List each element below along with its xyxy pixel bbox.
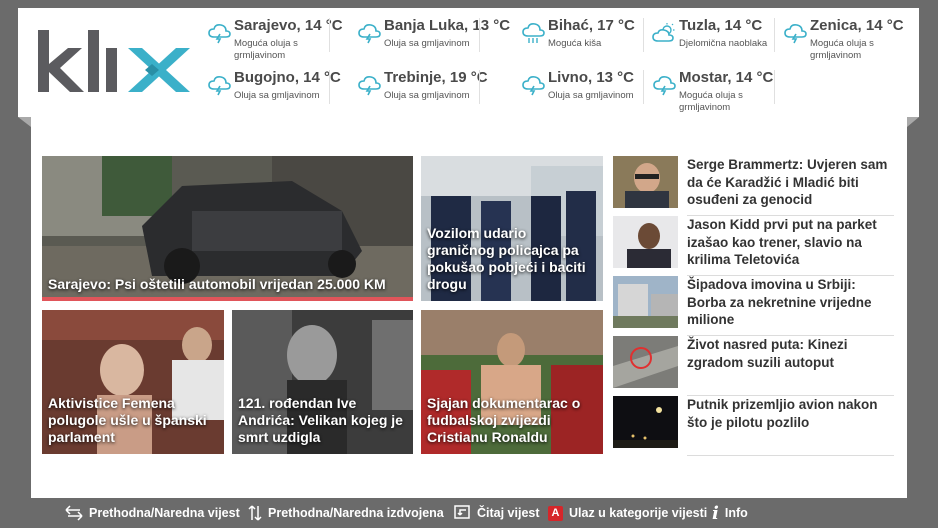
sidebar-news-item[interactable]: Putnik prizemljio avion nakon što je pil… (613, 396, 894, 456)
weather-city: Zenica, 14 °C (810, 17, 904, 34)
red-a-key-icon: A (548, 505, 563, 521)
tile-caption: Aktivistice Femena polugole ušle u špans… (48, 395, 207, 445)
weather-condition: Moguća oluja s grmljavinom (679, 90, 743, 113)
weather-item: Mostar, 14 °C Moguća oluja s grmljavinom (647, 64, 775, 113)
header: Sarajevo, 14 °C Moguća oluja s grmljavino… (18, 8, 919, 117)
weather-city: Mostar, 14 °C (679, 69, 774, 86)
info-icon: i (712, 502, 719, 524)
storm-cloud-icon (522, 76, 545, 96)
storm-cloud-icon (208, 76, 231, 96)
info-label: Info (724, 506, 748, 520)
divider (329, 18, 330, 52)
sidebar-title: Serge Brammertz: Uvjeren sam da će Karad… (687, 157, 888, 207)
divider (643, 18, 644, 52)
sidebar-title: Život nasred puta: Kinezi zgradom suzili… (687, 337, 848, 370)
sidebar-news-item[interactable]: Život nasred puta: Kinezi zgradom suzili… (613, 336, 894, 396)
left-right-arrows-icon (65, 505, 83, 521)
weather-city: Banja Luka, 13 °C (384, 17, 511, 34)
up-down-arrows-icon (248, 505, 262, 521)
weather-city: Sarajevo, 14 °C (234, 17, 343, 34)
sidebar-title: Jason Kidd prvi put na parket izašao kao… (687, 217, 877, 267)
info-hint[interactable]: i Info (712, 502, 748, 524)
weather-item: Zenica, 14 °C Moguća oluja s grmljavinom (778, 12, 906, 61)
weather-item: Banja Luka, 13 °C Oluja sa gmljavinom (352, 12, 510, 60)
news-tile[interactable]: 121. rođendan Ive Andrića: Velikan kojeg… (232, 310, 413, 454)
partly-cloudy-icon (652, 23, 675, 42)
brammertz-thumb (613, 156, 678, 208)
weather-city: Tuzla, 14 °C (679, 17, 763, 34)
tile-caption: Vozilom udario graničnog policajca pa po… (427, 225, 586, 292)
sidebar-news-item[interactable]: Serge Brammertz: Uvjeren sam da će Karad… (613, 156, 894, 216)
klix-logo (38, 30, 190, 92)
storm-cloud-icon (784, 24, 807, 44)
selection-bar (42, 297, 413, 301)
enter-category-hint[interactable]: A Ulaz u kategorije vijesti (548, 504, 707, 522)
divider (479, 70, 480, 104)
tile-caption: Sjajan dokumentarac o fudbalskoj zvijezd… (427, 395, 581, 445)
storm-cloud-icon (358, 24, 381, 44)
weather-city: Livno, 13 °C (548, 69, 635, 86)
rain-cloud-icon (522, 23, 545, 43)
prev-next-news-hint[interactable]: Prethodna/Naredna vijest (64, 504, 240, 522)
enter-category-label: Ulaz u kategorije vijesti (569, 506, 708, 520)
weather-condition: Djelomična naoblaka (679, 38, 768, 49)
news-tile[interactable]: Vozilom udario graničnog policajca pa po… (421, 156, 603, 301)
divider (774, 18, 775, 52)
tile-caption: 121. rođendan Ive Andrića: Velikan kojeg… (238, 395, 403, 445)
plane-night-thumb (613, 396, 678, 448)
sidebar-title: Šipadova imovina u Srbiji: Borba za nekr… (687, 277, 872, 327)
kidd-thumb (613, 216, 678, 268)
weather-condition: Oluja sa gmljavinom (384, 90, 470, 101)
weather-item: Tuzla, 14 °C Djelomična naoblaka (647, 12, 775, 60)
weather-condition: Moguća oluja s grmljavinom (234, 38, 298, 61)
sidebar-news-item[interactable]: Šipadova imovina u Srbiji: Borba za nekr… (613, 276, 894, 336)
weather-city: Bihać, 17 °C (548, 17, 635, 34)
storm-cloud-icon (358, 76, 381, 96)
weather-condition: Moguća kiša (548, 38, 602, 49)
weather-condition: Oluja sa gmljavinom (234, 90, 320, 101)
building-thumb (613, 276, 678, 328)
weather-item: Livno, 13 °C Oluja sa gmljavinom (516, 64, 644, 112)
weather-condition: Oluja sa gmljavinom (548, 90, 634, 101)
divider (329, 70, 330, 104)
tile-caption: Sarajevo: Psi oštetili automobil vrijeda… (48, 276, 386, 292)
divider (643, 70, 644, 104)
news-tile[interactable]: Aktivistice Femena polugole ušle u špans… (42, 310, 224, 454)
weather-city: Trebinje, 19 °C (384, 69, 488, 86)
read-news-hint[interactable]: Čitaj vijest (454, 504, 540, 522)
weather-item: Trebinje, 19 °C Oluja sa gmljavinom (352, 64, 488, 112)
weather-item: Bugojno, 14 °C Oluja sa gmljavinom (202, 64, 341, 112)
prev-next-news-label: Prethodna/Naredna vijest (89, 506, 240, 520)
prev-next-featured-hint[interactable]: Prethodna/Naredna izdvojena (247, 504, 444, 522)
storm-cloud-icon (653, 76, 676, 96)
enter-icon (454, 505, 470, 519)
weather-city: Bugojno, 14 °C (234, 69, 341, 86)
storm-cloud-icon (208, 24, 231, 44)
divider (687, 455, 894, 456)
divider (774, 70, 775, 104)
highway-thumb (613, 336, 678, 388)
weather-item: Bihać, 17 °C Moguća kiša (516, 12, 644, 60)
prev-next-featured-label: Prethodna/Naredna izdvojena (268, 506, 444, 520)
weather-item: Sarajevo, 14 °C Moguća oluja s grmljavino… (202, 12, 343, 61)
news-tile[interactable]: Sjajan dokumentarac o fudbalskoj zvijezd… (421, 310, 603, 454)
divider (479, 18, 480, 52)
sidebar-news-item[interactable]: Jason Kidd prvi put na parket izašao kao… (613, 216, 894, 276)
weather-condition: Moguća oluja s grmljavinom (810, 38, 874, 61)
read-news-label: Čitaj vijest (477, 506, 540, 520)
remote-help-bar: Prethodna/Naredna vijest Prethodna/Nared… (0, 498, 938, 528)
news-tile[interactable]: Sarajevo: Psi oštetili automobil vrijeda… (42, 156, 413, 301)
weather-condition: Oluja sa gmljavinom (384, 38, 470, 49)
sidebar-title: Putnik prizemljio avion nakon što je pil… (687, 397, 878, 430)
